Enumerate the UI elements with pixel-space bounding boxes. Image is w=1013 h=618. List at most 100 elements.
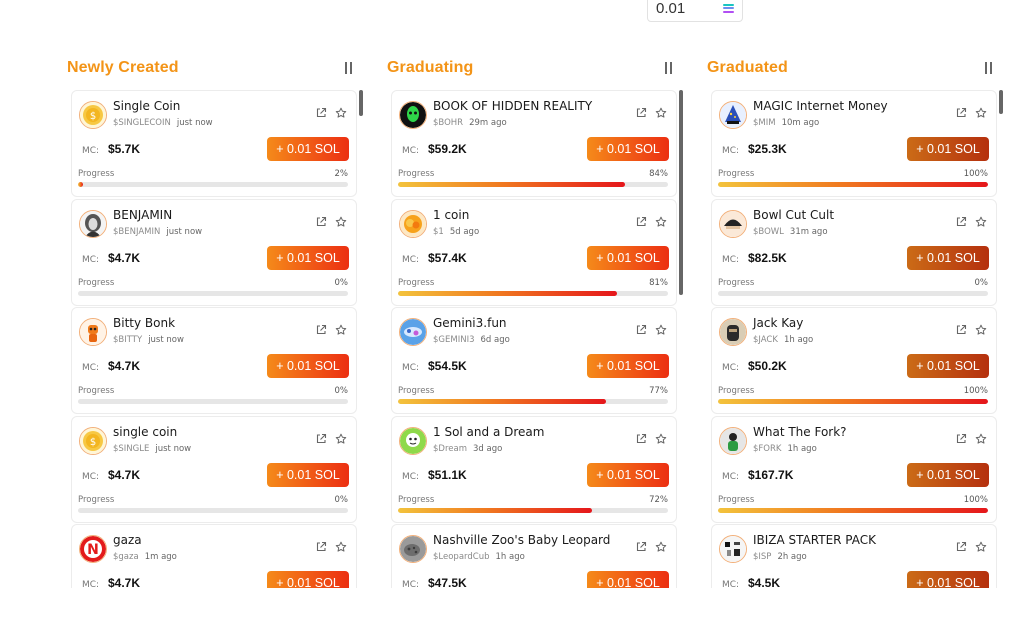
token-card[interactable]: Gemini3.fun $GEMINI3 6d ago MC: $54.5K + 0.01… <box>391 307 677 414</box>
external-link-icon[interactable] <box>954 323 968 337</box>
token-card[interactable]: MAGIC Internet Money $MIM 10m ago MC: $25.3K… <box>711 90 997 197</box>
token-card[interactable]: IBIZA STARTER PACK $ISP 2h ago MC: $4.5K + 0.… <box>711 524 997 588</box>
token-card[interactable]: $ Single Coin $SINGLECOIN just now MC: $5.7K +… <box>71 90 357 197</box>
star-icon[interactable] <box>334 215 348 229</box>
token-card[interactable]: Jack Kay $JACK 1h ago MC: $50.2K + 0.01 SOL Pr… <box>711 307 997 414</box>
external-link-icon[interactable] <box>314 106 328 120</box>
scrollbar-thumb[interactable] <box>999 90 1003 114</box>
pause-icon[interactable] <box>662 59 675 77</box>
external-link-icon[interactable] <box>634 215 648 229</box>
external-link-icon[interactable] <box>314 540 328 554</box>
token-name[interactable]: Gemini3.fun <box>433 316 507 330</box>
quick-buy-button[interactable]: + 0.01 SOL <box>907 246 989 270</box>
external-link-icon[interactable] <box>314 323 328 337</box>
token-name[interactable]: Bitty Bonk <box>113 316 175 330</box>
star-icon[interactable] <box>334 432 348 446</box>
token-card[interactable]: What The Fork? $FORK 1h ago MC: $167.7K + 0.0… <box>711 416 997 523</box>
progress-bar-fill <box>78 182 84 187</box>
token-name[interactable]: BENJAMIN <box>113 208 172 222</box>
star-icon[interactable] <box>654 540 668 554</box>
market-cap-value: $54.5K <box>428 359 467 373</box>
token-card[interactable]: $ single coin $SINGLE just now MC: $4.7K + 0.0… <box>71 416 357 523</box>
token-card[interactable]: BOOK OF HIDDEN REALITY $BOHR 29m ago MC: $59… <box>391 90 677 197</box>
token-ticker: $BITTY <box>113 335 143 345</box>
external-link-icon[interactable] <box>634 432 648 446</box>
token-name[interactable]: gaza <box>113 533 142 547</box>
token-name[interactable]: What The Fork? <box>753 425 847 439</box>
quick-buy-button[interactable]: + 0.01 SOL <box>267 246 349 270</box>
star-icon[interactable] <box>334 540 348 554</box>
star-icon[interactable] <box>654 106 668 120</box>
token-ticker: $BENJAMIN <box>113 227 161 237</box>
token-name[interactable]: BOOK OF HIDDEN REALITY <box>433 99 592 113</box>
quick-buy-button[interactable]: + 0.01 SOL <box>907 463 989 487</box>
column-title: Newly Created <box>67 59 179 76</box>
token-card[interactable]: 1 coin $1 5d ago MC: $57.4K + 0.01 SOL Progres… <box>391 199 677 306</box>
external-link-icon[interactable] <box>954 106 968 120</box>
token-card[interactable]: 1 Sol and a Dream $Dream 3d ago MC: $51.1K + … <box>391 416 677 523</box>
external-link-icon[interactable] <box>634 323 648 337</box>
quick-buy-button[interactable]: + 0.01 SOL <box>587 137 669 161</box>
quick-buy-button[interactable]: + 0.01 SOL <box>587 571 669 588</box>
star-icon[interactable] <box>974 215 988 229</box>
star-icon[interactable] <box>974 432 988 446</box>
quick-buy-button[interactable]: + 0.01 SOL <box>267 571 349 588</box>
token-name[interactable]: single coin <box>113 425 177 439</box>
quick-buy-button[interactable]: + 0.01 SOL <box>587 246 669 270</box>
external-link-icon[interactable] <box>954 540 968 554</box>
token-name[interactable]: 1 Sol and a Dream <box>433 425 544 439</box>
star-icon[interactable] <box>654 323 668 337</box>
quick-buy-button[interactable]: + 0.01 SOL <box>907 571 989 588</box>
token-card[interactable]: Bowl Cut Cult $BOWL 31m ago MC: $82.5K + 0.01… <box>711 199 997 306</box>
buy-amount-field[interactable]: 0.01 <box>647 0 743 22</box>
card-list[interactable]: IBIZA STARTER PACK $ISP 2h ago MC: $4.5K + 0.… <box>711 90 1003 588</box>
token-name[interactable]: Jack Kay <box>753 316 803 330</box>
progress-label: Progress <box>398 495 435 505</box>
progress-percent: 0% <box>974 278 989 288</box>
scrollbar-thumb[interactable] <box>679 90 683 295</box>
star-icon[interactable] <box>334 323 348 337</box>
quick-buy-button[interactable]: + 0.01 SOL <box>587 354 669 378</box>
token-name[interactable]: Single Coin <box>113 99 180 113</box>
star-icon[interactable] <box>654 432 668 446</box>
token-age: 31m ago <box>789 227 828 237</box>
pause-icon[interactable] <box>982 59 995 77</box>
market-cap-value: $50.2K <box>748 359 787 373</box>
progress-bar <box>398 182 668 187</box>
token-name[interactable]: MAGIC Internet Money <box>753 99 888 113</box>
card-list[interactable]: Ngaza $gaza 1m ago MC: $4.7K + 0.01 SOL Progre… <box>71 90 363 588</box>
pause-icon[interactable] <box>342 59 355 77</box>
star-icon[interactable] <box>974 106 988 120</box>
quick-buy-button[interactable]: + 0.01 SOL <box>907 354 989 378</box>
external-link-icon[interactable] <box>954 215 968 229</box>
external-link-icon[interactable] <box>954 432 968 446</box>
external-link-icon[interactable] <box>314 432 328 446</box>
token-age: 10m ago <box>781 118 820 128</box>
token-card[interactable]: Bitty Bonk $BITTY just now MC: $4.7K + 0.01 S… <box>71 307 357 414</box>
quick-buy-button[interactable]: + 0.01 SOL <box>267 463 349 487</box>
quick-buy-button[interactable]: + 0.01 SOL <box>907 137 989 161</box>
token-name[interactable]: IBIZA STARTER PACK <box>753 533 876 547</box>
external-link-icon[interactable] <box>634 540 648 554</box>
star-icon[interactable] <box>654 215 668 229</box>
token-name[interactable]: 1 coin <box>433 208 469 222</box>
external-link-icon[interactable] <box>314 215 328 229</box>
token-card[interactable]: Ngaza$gaza1m agoMC:$4.7K+ 0.01 SOLProgre… <box>71 524 357 588</box>
token-card[interactable]: BENJAMIN $BENJAMIN just now MC: $4.7K + 0.01 … <box>71 199 357 306</box>
quick-buy-button[interactable]: + 0.01 SOL <box>267 354 349 378</box>
quick-buy-button[interactable]: + 0.01 SOL <box>267 137 349 161</box>
external-link-icon[interactable] <box>634 106 648 120</box>
token-card[interactable]: Nashville Zoo's Baby Leopard $LeopardCub 1… <box>391 524 677 588</box>
market-cap-value: $4.7K <box>108 359 141 373</box>
market-cap-label: MC: <box>402 580 420 588</box>
card-list[interactable]: Nashville Zoo's Baby Leopard $LeopardCub 1… <box>391 90 683 588</box>
token-name[interactable]: Nashville Zoo's Baby Leopard <box>433 533 610 547</box>
progress-percent: 77% <box>649 386 668 396</box>
quick-buy-button[interactable]: + 0.01 SOL <box>587 463 669 487</box>
star-icon[interactable] <box>974 540 988 554</box>
scrollbar-thumb[interactable] <box>359 90 363 116</box>
token-name[interactable]: Bowl Cut Cult <box>753 208 834 222</box>
star-icon[interactable] <box>974 323 988 337</box>
token-meta: $BOWL 31m ago <box>753 227 828 237</box>
star-icon[interactable] <box>334 106 348 120</box>
